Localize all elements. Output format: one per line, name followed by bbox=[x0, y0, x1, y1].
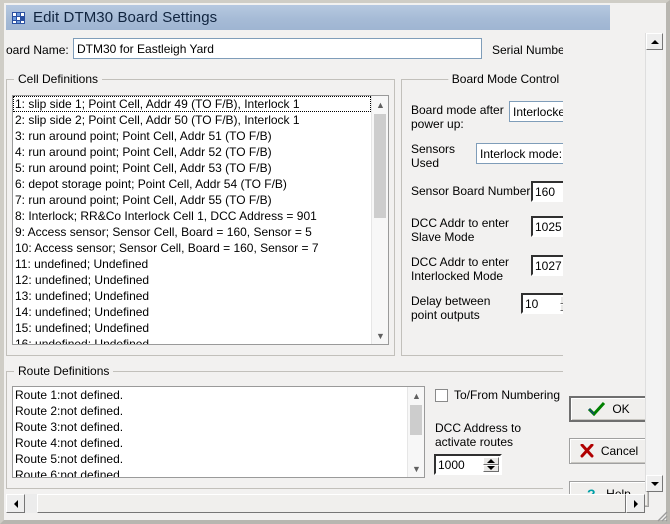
dialog-window: Edit DTM30 Board Settings oard Name: Ser… bbox=[0, 0, 670, 524]
list-item[interactable]: 1: slip side 1; Point Cell, Addr 49 (TO … bbox=[13, 96, 371, 112]
list-item[interactable]: 10: Access sensor; Sensor Cell, Board = … bbox=[13, 240, 371, 256]
board-identity-row: oard Name: Serial Number: 384 bbox=[6, 36, 610, 64]
route-definitions-group: Route Definitions Route 1:not defined.Ro… bbox=[6, 364, 610, 489]
dcc-activate-routes-label: DCC Address to activate routes bbox=[435, 421, 521, 449]
list-item[interactable]: 11: undefined; Undefined bbox=[13, 256, 371, 272]
window-hscroll-track[interactable] bbox=[25, 494, 37, 513]
route-definitions-items[interactable]: Route 1:not defined.Route 2:not defined.… bbox=[13, 387, 407, 477]
list-item[interactable]: 14: undefined; Undefined bbox=[13, 304, 371, 320]
delay-label: Delay between point outputs bbox=[411, 294, 490, 322]
tofrom-numbering-label: To/From Numbering bbox=[454, 388, 560, 402]
list-item[interactable]: 12: undefined; Undefined bbox=[13, 272, 371, 288]
slave-mode-address-label: DCC Addr to enter Slave Mode bbox=[411, 216, 509, 244]
dcc-routes-spin-up-button[interactable] bbox=[483, 457, 499, 465]
interlocked-mode-address-label: DCC Addr to enter Interlocked Mode bbox=[411, 255, 509, 283]
board-chip-icon bbox=[11, 10, 27, 26]
route-list-scrollbar[interactable]: ▲ ▼ bbox=[407, 387, 424, 477]
window-scroll-left-button[interactable] bbox=[6, 494, 25, 513]
window-title: Edit DTM30 Board Settings bbox=[33, 9, 217, 26]
cell-list-scroll-up-icon[interactable]: ▲ bbox=[372, 96, 389, 113]
window-scroll-right-button[interactable] bbox=[626, 494, 645, 513]
list-item[interactable]: 5: run around point; Point Cell, Addr 53… bbox=[13, 160, 371, 176]
serial-number-label: Serial Number: bbox=[492, 43, 572, 57]
cell-definitions-listbox[interactable]: 1: slip side 1; Point Cell, Addr 49 (TO … bbox=[12, 95, 389, 345]
tofrom-numbering-checkbox[interactable] bbox=[435, 389, 448, 402]
list-item[interactable]: 16: undefined; Undefined bbox=[13, 336, 371, 344]
list-item[interactable]: 7: run around point; Point Cell, Addr 55… bbox=[13, 192, 371, 208]
list-item[interactable]: 13: undefined; Undefined bbox=[13, 288, 371, 304]
cell-list-scrollbar[interactable]: ▲ ▼ bbox=[371, 96, 388, 344]
window-vertical-scrollbar[interactable] bbox=[645, 33, 662, 492]
list-item[interactable]: 8: Interlock; RR&Co Interlock Cell 1, DC… bbox=[13, 208, 371, 224]
list-item[interactable]: 9: Access sensor; Sensor Cell, Board = 1… bbox=[13, 224, 371, 240]
tofrom-numbering-row[interactable]: To/From Numbering bbox=[435, 388, 560, 402]
power-up-mode-label: Board mode after power up: bbox=[411, 103, 509, 131]
route-list-scroll-down-icon[interactable]: ▼ bbox=[408, 460, 425, 477]
dcc-routes-spin-buttons[interactable] bbox=[483, 457, 499, 472]
list-item[interactable]: 15: undefined; Undefined bbox=[13, 320, 371, 336]
window-scroll-up-button[interactable] bbox=[646, 33, 663, 50]
route-definitions-title: Route Definitions bbox=[14, 364, 113, 378]
ok-button[interactable]: OK bbox=[569, 396, 649, 422]
dialog-client-area: oard Name: Serial Number: 384 Cell Defin… bbox=[6, 30, 610, 492]
delay-value: 10 bbox=[525, 295, 559, 312]
route-list-scroll-up-icon[interactable]: ▲ bbox=[408, 387, 425, 404]
dialog-button-panel bbox=[563, 33, 655, 492]
dcc-activate-routes-value: 1000 bbox=[438, 456, 482, 473]
list-item[interactable]: Route 6:not defined. bbox=[13, 467, 407, 477]
dcc-activate-routes-stepper[interactable]: 1000 bbox=[434, 454, 502, 475]
title-bar[interactable]: Edit DTM30 Board Settings bbox=[6, 5, 610, 30]
cancel-button[interactable]: Cancel bbox=[569, 438, 649, 464]
route-list-scroll-thumb[interactable] bbox=[410, 405, 422, 435]
list-item[interactable]: 4: run around point; Point Cell, Addr 52… bbox=[13, 144, 371, 160]
cell-list-scroll-down-icon[interactable]: ▼ bbox=[372, 327, 389, 344]
sensor-board-number-label: Sensor Board Number bbox=[411, 184, 530, 198]
dcc-routes-spin-down-button[interactable] bbox=[483, 465, 499, 473]
list-item[interactable]: 3: run around point; Point Cell, Addr 51… bbox=[13, 128, 371, 144]
window-horizontal-scrollbar[interactable] bbox=[6, 494, 645, 513]
route-definitions-listbox[interactable]: Route 1:not defined.Route 2:not defined.… bbox=[12, 386, 425, 478]
list-item[interactable]: Route 5:not defined. bbox=[13, 451, 407, 467]
cell-definitions-items[interactable]: 1: slip side 1; Point Cell, Addr 49 (TO … bbox=[13, 96, 371, 344]
list-item[interactable]: Route 2:not defined. bbox=[13, 403, 407, 419]
cancel-button-label: Cancel bbox=[601, 444, 638, 458]
window-hscroll-thumb[interactable] bbox=[37, 494, 626, 513]
resize-grip-icon[interactable] bbox=[654, 508, 668, 522]
list-item[interactable]: 2: slip side 2; Point Cell, Addr 50 (TO … bbox=[13, 112, 371, 128]
cell-definitions-group: Cell Definitions 1: slip side 1; Point C… bbox=[6, 72, 395, 356]
checkmark-icon bbox=[588, 402, 605, 416]
board-mode-title: Board Mode Control bbox=[448, 72, 563, 86]
list-item[interactable]: 6: depot storage point; Point Cell, Addr… bbox=[13, 176, 371, 192]
cell-definitions-title: Cell Definitions bbox=[14, 72, 102, 86]
list-item[interactable]: Route 4:not defined. bbox=[13, 435, 407, 451]
clipped-bottom-row bbox=[6, 482, 566, 490]
sensors-used-label: Sensors Used bbox=[411, 142, 479, 170]
window-scroll-down-button[interactable] bbox=[646, 475, 663, 492]
close-x-icon bbox=[580, 444, 594, 458]
list-item[interactable]: Route 3:not defined. bbox=[13, 419, 407, 435]
cell-list-scroll-thumb[interactable] bbox=[374, 114, 386, 218]
ok-button-label: OK bbox=[612, 402, 629, 416]
board-name-input[interactable] bbox=[73, 38, 482, 59]
board-name-label: oard Name: bbox=[6, 43, 69, 57]
list-item[interactable]: Route 1:not defined. bbox=[13, 387, 407, 403]
